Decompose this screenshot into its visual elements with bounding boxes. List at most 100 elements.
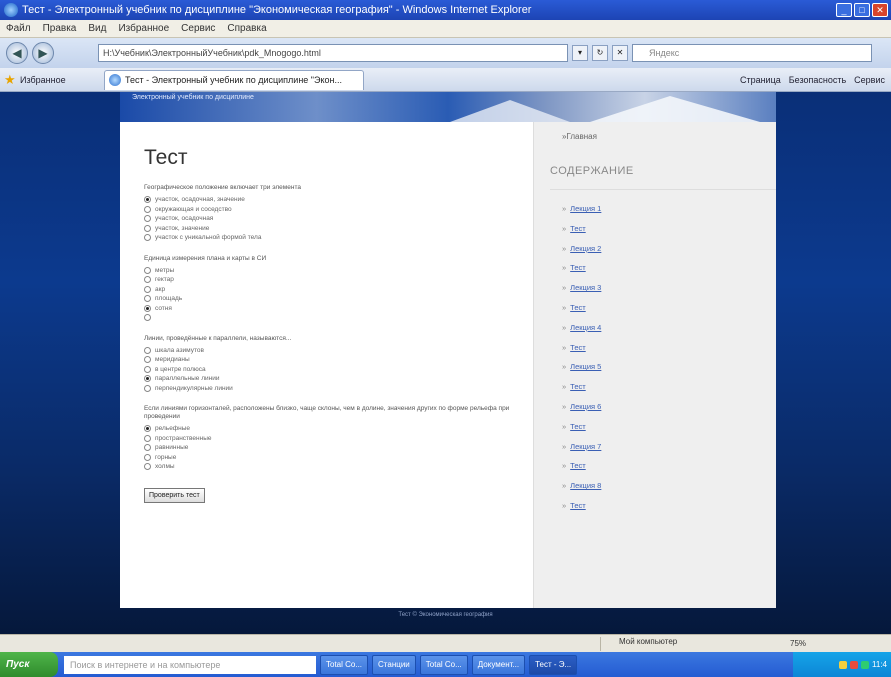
sidebar-link[interactable]: » Лекция 3 (562, 283, 776, 292)
command-page[interactable]: Страница (740, 75, 781, 85)
radio-button[interactable] (144, 304, 151, 312)
mountain-image (590, 96, 760, 122)
maximize-button[interactable]: □ (854, 3, 870, 17)
menu-edit[interactable]: Правка (43, 23, 77, 34)
radio-button[interactable] (144, 356, 151, 364)
favorites-bar: ★ Избранное Тест - Электронный учебник п… (0, 68, 891, 92)
radio-button[interactable] (144, 285, 151, 293)
menu-view[interactable]: Вид (88, 23, 106, 34)
radio-button[interactable] (144, 365, 151, 373)
answer-option[interactable]: участок с уникальной формой тела (144, 233, 533, 243)
radio-button[interactable] (144, 314, 151, 322)
sidebar-link[interactable]: » Тест (562, 461, 776, 470)
radio-button[interactable] (144, 453, 151, 461)
answer-option[interactable]: сотня (144, 304, 533, 314)
radio-button[interactable] (144, 375, 151, 383)
answer-label: холмы (155, 463, 175, 471)
address-input[interactable]: H:\Учебник\ЭлектронныйУчебник\pdk_Mnogog… (98, 44, 568, 62)
menu-tools[interactable]: Сервис (181, 23, 215, 34)
menu-file[interactable]: Файл (6, 23, 31, 34)
answer-option[interactable]: участок, осадочная (144, 214, 533, 224)
minimize-button[interactable]: _ (836, 3, 852, 17)
sidebar-link[interactable]: » Тест (562, 501, 776, 510)
answer-option[interactable]: перпендикулярные линии (144, 384, 533, 394)
radio-button[interactable] (144, 266, 151, 274)
radio-button[interactable] (144, 234, 151, 242)
refresh-icon[interactable]: ↻ (592, 45, 608, 61)
answer-option[interactable]: участок, значение (144, 224, 533, 234)
radio-button[interactable] (144, 205, 151, 213)
answer-option[interactable]: гектар (144, 275, 533, 285)
stop-icon[interactable]: ✕ (612, 45, 628, 61)
sidebar-link[interactable]: » Тест (562, 224, 776, 233)
radio-button[interactable] (144, 463, 151, 471)
sidebar-link[interactable]: » Тест (562, 343, 776, 352)
answer-option[interactable]: меридианы (144, 355, 533, 365)
answer-option[interactable]: метры (144, 266, 533, 276)
answer-option[interactable]: в центре полюса (144, 365, 533, 375)
radio-button[interactable] (144, 295, 151, 303)
sidebar-link[interactable]: » Тест (562, 263, 776, 272)
answer-option[interactable]: параллельные линии (144, 374, 533, 384)
sidebar-link[interactable]: » Лекция 4 (562, 323, 776, 332)
taskbar-item[interactable]: Total Co... (320, 654, 369, 675)
command-tools[interactable]: Сервис (854, 75, 885, 85)
answer-option[interactable] (144, 313, 533, 323)
radio-button[interactable] (144, 425, 151, 433)
radio-button[interactable] (144, 434, 151, 442)
radio-button[interactable] (144, 346, 151, 354)
taskbar-item-active[interactable]: Тест - Э... (529, 654, 578, 675)
answer-option[interactable]: рельефные (144, 424, 533, 434)
radio-button[interactable] (144, 215, 151, 223)
taskbar-item[interactable]: Total Co... (419, 654, 468, 675)
radio-button[interactable] (144, 196, 151, 204)
back-button[interactable]: ◀ (6, 42, 28, 64)
sidebar-link[interactable]: » Лекция 7 (562, 442, 776, 451)
answer-option[interactable]: равнинные (144, 443, 533, 453)
tray-icon[interactable] (839, 660, 848, 669)
sidebar-link[interactable]: » Тест (562, 303, 776, 312)
clock: 11:4 (872, 660, 887, 669)
taskbar-item[interactable]: Документ... (471, 654, 526, 675)
sidebar-link[interactable]: » Тест (562, 382, 776, 391)
star-icon[interactable]: ★ (4, 72, 18, 87)
answer-option[interactable]: пространственные (144, 434, 533, 444)
taskbar-item[interactable]: Станции (372, 654, 416, 675)
home-link[interactable]: »Главная (562, 132, 776, 141)
sidebar-link[interactable]: » Лекция 1 (562, 204, 776, 213)
forward-button[interactable]: ▶ (32, 42, 54, 64)
answer-option[interactable]: площадь (144, 294, 533, 304)
radio-button[interactable] (144, 444, 151, 452)
answer-option[interactable]: акр (144, 285, 533, 295)
close-button[interactable]: ✕ (872, 3, 888, 17)
check-test-button[interactable]: Проверить тест (144, 487, 205, 503)
start-button[interactable]: Пуск (0, 652, 58, 677)
answer-label: параллельные линии (155, 375, 220, 383)
taskbar-search-input[interactable]: Поиск в интернете и на компьютере (64, 655, 316, 674)
sidebar-link[interactable]: » Лекция 5 (562, 362, 776, 371)
search-input[interactable]: Яндекс (632, 44, 872, 62)
header-banner: Электронный учебник по дисциплине (120, 92, 776, 122)
tray-icon[interactable] (861, 660, 870, 669)
radio-button[interactable] (144, 224, 151, 232)
command-safety[interactable]: Безопасность (789, 75, 846, 85)
zoom-level[interactable]: 75% (790, 639, 806, 648)
tray-icon[interactable] (850, 660, 859, 669)
sidebar-link[interactable]: » Лекция 6 (562, 402, 776, 411)
answer-option[interactable]: холмы (144, 462, 533, 472)
answer-option[interactable]: окружающая и соседство (144, 205, 533, 215)
address-dropdown-icon[interactable]: ▾ (572, 45, 588, 61)
sidebar-link[interactable]: » Лекция 2 (562, 244, 776, 253)
browser-tab[interactable]: Тест - Электронный учебник по дисциплине… (104, 69, 364, 90)
sidebar-link[interactable]: » Тест (562, 422, 776, 431)
radio-button[interactable] (144, 276, 151, 284)
radio-button[interactable] (144, 384, 151, 392)
menu-help[interactable]: Справка (227, 23, 266, 34)
answer-option[interactable]: участок, осадочная, значение (144, 195, 533, 205)
answer-option[interactable]: шкала азимутов (144, 346, 533, 356)
favorites-button[interactable]: Избранное (20, 75, 80, 85)
menu-favorites[interactable]: Избранное (118, 23, 169, 34)
answer-option[interactable]: горные (144, 453, 533, 463)
question-text: Линии, проведённые к параллели, называют… (144, 334, 292, 342)
sidebar-link[interactable]: » Лекция 8 (562, 481, 776, 490)
